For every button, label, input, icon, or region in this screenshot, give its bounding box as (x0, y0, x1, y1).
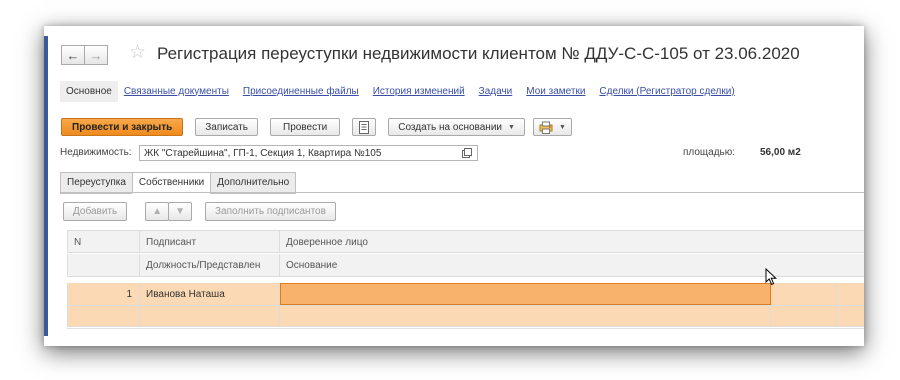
table-toolbar: Добавить ▲ ▼ Заполнить подписантов (63, 202, 344, 221)
move-up-button[interactable]: ▲ (145, 202, 170, 221)
open-link-icon[interactable] (462, 148, 473, 158)
row-cell (280, 306, 771, 327)
document-icon (359, 120, 370, 134)
property-label: Недвижимость: (60, 147, 132, 158)
create-based-on-dropdown[interactable]: Создать на основании ▼ (388, 118, 525, 136)
section-links: Основное Связанные документы Присоединен… (60, 80, 749, 102)
tab-owners[interactable]: Собственники (131, 172, 212, 194)
move-down-button[interactable]: ▼ (168, 202, 193, 221)
fill-signers-button[interactable]: Заполнить подписантов (205, 202, 336, 221)
link-related-documents[interactable]: Связанные документы (124, 86, 229, 97)
link-main[interactable]: Основное (60, 80, 118, 102)
back-button[interactable]: ← (61, 45, 85, 65)
arrow-down-icon: ▼ (175, 206, 186, 217)
chevron-down-icon: ▼ (508, 123, 515, 131)
column-header-proxy[interactable]: Доверенное лицо (280, 230, 864, 253)
chevron-down-icon: ▼ (558, 123, 566, 131)
report-button[interactable] (352, 118, 377, 136)
form-tabs: Переуступка Собственники Дополнительно (60, 172, 297, 194)
tab-additional[interactable]: Дополнительно (210, 172, 297, 194)
print-dropdown[interactable]: ▼ (532, 118, 572, 136)
add-button[interactable]: Добавить (63, 202, 128, 221)
nav-buttons: ← → (61, 45, 108, 65)
mouse-cursor-icon (765, 268, 778, 286)
arrow-left-icon: ← (66, 47, 80, 63)
document-window: ← → ☆ Регистрация переуступки недвижимос… (44, 26, 864, 346)
row-number: 1 (67, 283, 140, 306)
link-deals[interactable]: Сделки (Регистратор сделки) (599, 86, 734, 97)
post-and-close-button[interactable]: Провести и закрыть (61, 118, 184, 136)
property-field[interactable]: ЖК "Старейшина", ГП-1, Секция 1, Квартир… (139, 145, 478, 161)
row-cell (140, 306, 280, 327)
arrow-right-icon: → (89, 47, 103, 63)
row-cell (67, 306, 140, 327)
row-cell (771, 306, 837, 327)
arrow-up-icon: ▲ (152, 206, 163, 217)
post-button[interactable]: Провести (270, 118, 341, 136)
column-header-empty (67, 254, 140, 277)
column-header-signer[interactable]: Подписант (140, 230, 280, 253)
link-change-history[interactable]: История изменений (373, 86, 465, 97)
proxy-edit-field[interactable] (280, 283, 771, 305)
extra-cell (771, 283, 837, 306)
extra-cell (837, 283, 864, 306)
open-icon (462, 148, 472, 158)
favorite-star-icon[interactable]: ☆ (129, 43, 146, 63)
save-button[interactable]: Записать (195, 118, 258, 136)
print-icon (539, 121, 553, 134)
table-bottom-border (67, 328, 864, 329)
tab-divider (60, 192, 864, 193)
area-value: 56,00 м2 (760, 147, 801, 158)
tab-assignment[interactable]: Переуступка (60, 172, 133, 194)
forward-button[interactable]: → (84, 45, 108, 65)
table-header-row: N Подписант Доверенное лицо (67, 230, 864, 253)
table-header-row-2: Должность/Представлен Основание (67, 254, 864, 277)
area-label: площадью: (683, 147, 736, 158)
create-based-label: Создать на основании (398, 121, 502, 133)
column-header-position[interactable]: Должность/Представлен (140, 254, 280, 277)
link-tasks[interactable]: Задачи (479, 86, 513, 97)
row-cell (837, 306, 864, 327)
link-my-notes[interactable]: Мои заметки (526, 86, 585, 97)
window-title: Регистрация переуступки недвижимости кли… (157, 44, 800, 63)
window-accent-bar (44, 36, 48, 336)
signer-cell[interactable]: Иванова Наташа (140, 283, 280, 306)
table-row-continuation (67, 306, 864, 327)
link-attached-files[interactable]: Присоединенные файлы (243, 86, 359, 97)
move-buttons: ▲ ▼ (145, 202, 193, 221)
command-bar: Провести и закрыть Записать Провести Соз… (61, 116, 580, 138)
column-header-n[interactable]: N (67, 230, 140, 253)
